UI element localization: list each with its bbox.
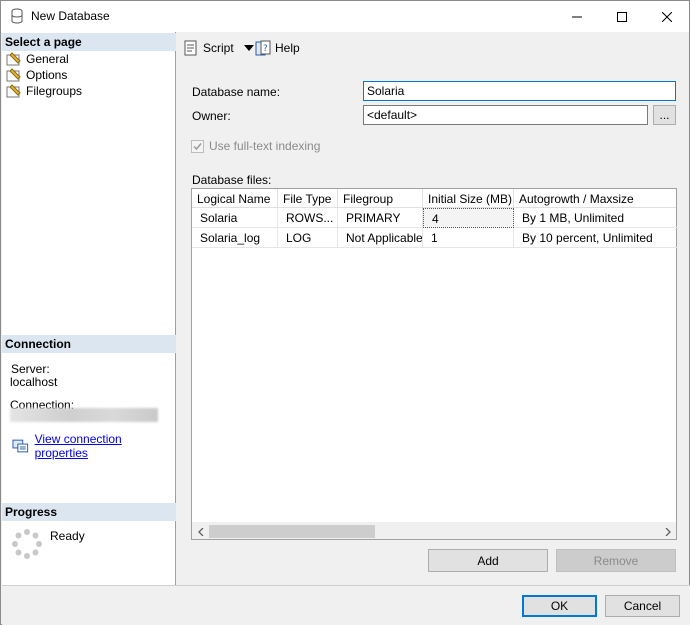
- cell-file-type[interactable]: LOG: [278, 228, 338, 248]
- help-icon: ?: [255, 40, 271, 56]
- select-page-header: Select a page: [2, 33, 176, 51]
- column-header-initial-size[interactable]: Initial Size (MB): [423, 189, 514, 208]
- script-button[interactable]: Script: [183, 40, 254, 56]
- grid-header: Logical Name File Type Filegroup Initial…: [192, 189, 676, 208]
- connection-properties-icon: [12, 439, 29, 453]
- wrench-page-icon: [6, 84, 21, 98]
- left-panel: Select a page General Options Filegroups…: [2, 32, 176, 585]
- cell-logical-name[interactable]: Solaria_log: [192, 228, 278, 248]
- server-label: Server:: [11, 362, 50, 376]
- cell-filegroup[interactable]: Not Applicable: [338, 228, 423, 248]
- cell-autogrowth[interactable]: By 1 MB, Unlimited: [514, 208, 678, 228]
- progress-spinner-icon: [12, 529, 42, 562]
- cell-logical-name[interactable]: Solaria: [192, 208, 278, 228]
- cell-initial-size[interactable]: 4: [423, 208, 514, 228]
- script-label: Script: [203, 41, 234, 55]
- new-database-dialog: New Database Select a page General Optio…: [0, 0, 690, 625]
- page-item-options[interactable]: Options: [6, 67, 67, 83]
- view-connection-properties-label: View connection properties: [34, 432, 122, 460]
- view-connection-properties-link[interactable]: View connection properties: [12, 432, 175, 460]
- scroll-left-icon[interactable]: [192, 525, 209, 538]
- owner-browse-button[interactable]: ...: [653, 105, 676, 125]
- checkmark-icon: [193, 142, 202, 150]
- table-row[interactable]: Solaria_log LOG Not Applicable 1 By 10 p…: [192, 228, 678, 248]
- database-name-label: Database name:: [192, 85, 281, 99]
- page-item-filegroups[interactable]: Filegroups: [6, 83, 82, 99]
- wrench-page-icon: [6, 68, 21, 82]
- server-value: localhost: [10, 375, 58, 389]
- cell-autogrowth[interactable]: By 10 percent, Unlimited: [514, 228, 678, 248]
- wrench-page-icon: [6, 52, 21, 66]
- table-row[interactable]: Solaria ROWS... PRIMARY 4 By 1 MB, Unlim…: [192, 208, 678, 228]
- connection-header: Connection: [2, 335, 176, 353]
- cell-filegroup[interactable]: PRIMARY: [338, 208, 423, 228]
- scroll-right-icon[interactable]: [659, 525, 676, 538]
- dialog-button-bar: OK Cancel: [2, 585, 690, 625]
- general-page: Database name: Solaria Owner: <default> …: [177, 69, 689, 585]
- cancel-button[interactable]: Cancel: [605, 595, 680, 617]
- column-header-file-type[interactable]: File Type: [278, 189, 338, 208]
- help-button[interactable]: ? Help: [255, 40, 300, 56]
- remove-button[interactable]: Remove: [556, 549, 676, 572]
- column-header-logical-name[interactable]: Logical Name: [192, 189, 278, 208]
- fulltext-indexing-checkbox[interactable]: [191, 139, 204, 153]
- scrollbar-thumb[interactable]: [209, 525, 375, 538]
- page-item-label: General: [26, 52, 69, 66]
- ok-button[interactable]: OK: [522, 595, 597, 617]
- fulltext-indexing-label: Use full-text indexing: [209, 139, 321, 153]
- window-title: New Database: [31, 9, 110, 23]
- owner-input[interactable]: <default>: [363, 105, 648, 125]
- database-files-grid[interactable]: Logical Name File Type Filegroup Initial…: [191, 188, 678, 540]
- horizontal-scrollbar[interactable]: [192, 522, 676, 539]
- progress-status: Ready: [50, 529, 85, 543]
- maximize-button[interactable]: [599, 1, 645, 32]
- owner-label: Owner:: [192, 109, 231, 123]
- add-button[interactable]: Add: [428, 549, 548, 572]
- close-button[interactable]: [644, 1, 690, 32]
- script-icon: [184, 40, 197, 56]
- column-header-filegroup[interactable]: Filegroup: [338, 189, 423, 208]
- page-item-general[interactable]: General: [6, 51, 69, 67]
- column-header-autogrowth[interactable]: Autogrowth / Maxsize: [514, 189, 678, 208]
- database-name-input[interactable]: Solaria: [363, 81, 676, 101]
- minimize-button[interactable]: [554, 1, 600, 32]
- database-icon: [11, 8, 23, 27]
- svg-text:?: ?: [263, 44, 268, 54]
- cell-initial-size[interactable]: 1: [423, 228, 514, 248]
- title-bar: New Database: [1, 1, 689, 32]
- progress-header: Progress: [2, 503, 176, 521]
- chevron-down-icon: [243, 45, 254, 51]
- page-item-label: Filegroups: [26, 84, 83, 98]
- cell-file-type[interactable]: ROWS...: [278, 208, 338, 228]
- page-item-label: Options: [26, 68, 68, 82]
- database-files-label: Database files:: [192, 173, 272, 187]
- toolbar: Script ? Help: [177, 32, 689, 65]
- fulltext-indexing-row: Use full-text indexing: [191, 139, 320, 153]
- help-label: Help: [275, 41, 300, 55]
- connection-value-redacted: [10, 408, 158, 422]
